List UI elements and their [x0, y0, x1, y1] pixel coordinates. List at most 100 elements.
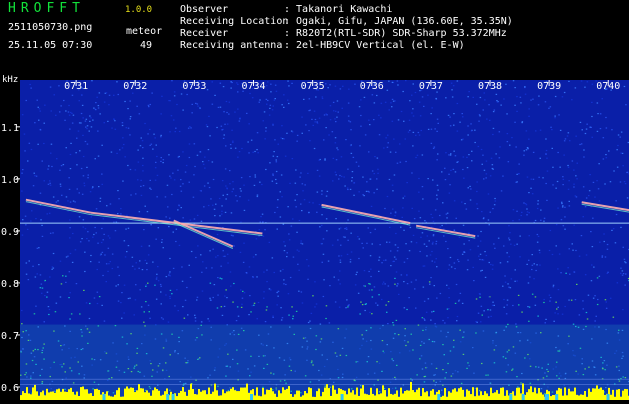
- noise-speck: [232, 302, 234, 303]
- amplitude-bar: [44, 395, 46, 400]
- noise-speck: [274, 100, 276, 101]
- noise-speck: [49, 180, 51, 181]
- noise-speck: [350, 261, 352, 262]
- noise-speck: [323, 254, 325, 255]
- amplitude-bar: [304, 391, 306, 400]
- noise-speck: [432, 179, 434, 180]
- noise-speck: [217, 307, 219, 308]
- noise-speck: [575, 87, 577, 88]
- noise-speck: [173, 119, 175, 120]
- noise-speck: [461, 139, 463, 140]
- noise-speck: [270, 105, 272, 106]
- noise-speck: [457, 259, 459, 260]
- noise-speck: [394, 284, 396, 285]
- noise-speck: [165, 294, 167, 295]
- amplitude-bar: [50, 392, 52, 400]
- frequency-axis: 1.11.00.90.80.70.6: [0, 80, 20, 400]
- noise-speck: [75, 152, 77, 153]
- noise-speck: [181, 93, 183, 94]
- noise-speck: [448, 297, 450, 298]
- noise-speck: [383, 282, 385, 283]
- noise-speck: [489, 262, 491, 263]
- noise-speck: [389, 242, 391, 243]
- noise-speck: [623, 273, 625, 274]
- noise-speck: [288, 293, 290, 294]
- amplitude-bar: [610, 395, 612, 400]
- noise-speck: [163, 159, 165, 160]
- noise-speck: [145, 301, 147, 302]
- noise-speck: [434, 128, 436, 129]
- noise-speck: [462, 116, 464, 117]
- noise-speck: [338, 279, 340, 280]
- noise-speck: [467, 125, 469, 126]
- amplitude-bar: [492, 393, 494, 400]
- noise-speck: [594, 197, 596, 198]
- noise-speck: [512, 305, 514, 306]
- noise-speck: [160, 136, 162, 137]
- noise-speck: [37, 273, 39, 274]
- noise-speck: [420, 217, 422, 218]
- noise-speck: [169, 298, 171, 299]
- amplitude-bar: [368, 395, 370, 400]
- noise-speck: [623, 247, 625, 248]
- amplitude-bar: [406, 390, 408, 400]
- amplitude-bar: [558, 388, 560, 400]
- noise-speck: [370, 269, 372, 270]
- noise-speck: [473, 280, 475, 281]
- noise-speck: [514, 245, 516, 246]
- noise-speck: [529, 212, 531, 213]
- noise-speck: [479, 115, 481, 116]
- noise-speck: [320, 324, 322, 325]
- noise-speck: [484, 170, 486, 171]
- amplitude-bar: [528, 389, 530, 400]
- noise-speck: [625, 104, 627, 105]
- observer-value: : Takanori Kawachi: [284, 4, 392, 16]
- noise-speck: [36, 176, 38, 177]
- noise-speck: [332, 180, 334, 181]
- noise-speck: [83, 219, 85, 220]
- noise-speck: [140, 186, 142, 187]
- noise-speck: [50, 87, 52, 88]
- noise-speck: [108, 104, 110, 105]
- noise-speck: [81, 168, 83, 169]
- noise-speck: [302, 302, 304, 303]
- noise-speck: [226, 112, 228, 113]
- noise-speck: [313, 125, 315, 126]
- noise-speck: [61, 195, 63, 196]
- noise-speck: [95, 158, 97, 159]
- noise-speck: [197, 106, 199, 107]
- noise-speck: [360, 302, 362, 303]
- noise-speck: [492, 168, 494, 169]
- amplitude-bar: [366, 394, 368, 400]
- noise-speck: [120, 302, 122, 303]
- noise-speck: [88, 175, 90, 176]
- amplitude-bar: [414, 392, 416, 400]
- noise-speck: [246, 272, 248, 273]
- noise-speck: [27, 229, 29, 230]
- noise-speck: [89, 303, 91, 304]
- noise-speck: [500, 105, 502, 106]
- amplitude-bar: [532, 392, 534, 400]
- amplitude-bar: [484, 391, 486, 400]
- noise-speck: [275, 98, 277, 99]
- noise-speck: [530, 100, 532, 101]
- noise-speck: [248, 200, 250, 201]
- noise-speck: [583, 156, 585, 157]
- noise-speck: [203, 206, 205, 207]
- noise-speck: [277, 199, 279, 200]
- noise-speck: [134, 269, 136, 270]
- noise-speck: [221, 129, 223, 130]
- amplitude-bar: [286, 389, 288, 400]
- amplitude-bar: [108, 396, 110, 400]
- noise-speck: [106, 205, 108, 206]
- noise-speck: [169, 176, 171, 177]
- noise-speck: [556, 224, 558, 225]
- noise-speck: [139, 260, 141, 261]
- noise-speck: [350, 189, 352, 190]
- noise-speck: [231, 235, 233, 236]
- noise-speck: [492, 134, 494, 135]
- noise-speck: [257, 132, 259, 133]
- noise-speck: [71, 113, 73, 114]
- noise-speck: [142, 158, 144, 159]
- noise-speck: [155, 167, 157, 168]
